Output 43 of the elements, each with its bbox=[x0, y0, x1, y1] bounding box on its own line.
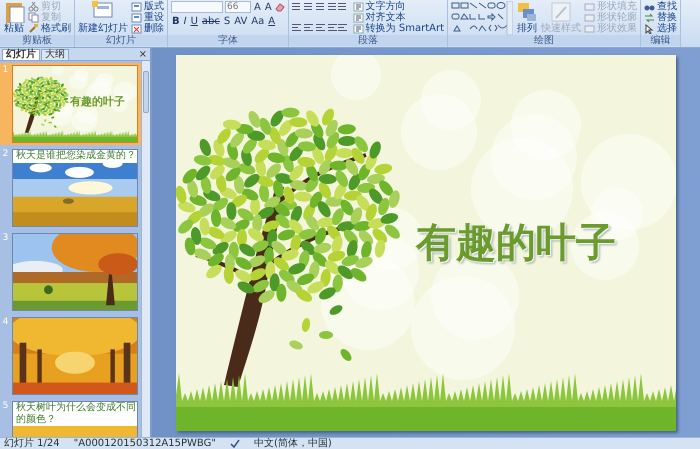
format-button[interactable]: B bbox=[171, 16, 181, 26]
group-label: 段落 bbox=[288, 35, 447, 46]
ribbon-button[interactable]: 替换 bbox=[644, 12, 677, 23]
format-button[interactable]: AV bbox=[233, 16, 248, 26]
ribbon-button[interactable]: 重设 bbox=[131, 12, 164, 23]
panel-tab[interactable]: 幻灯片 bbox=[2, 49, 40, 60]
panel-tab[interactable]: 大纲 bbox=[41, 49, 69, 60]
ribbon-button[interactable]: 新建幻灯片 bbox=[78, 1, 128, 34]
ribbon-button[interactable]: 文字方向 bbox=[352, 1, 444, 12]
slide-number: 5 bbox=[2, 401, 10, 413]
slide-counter: 幻灯片 1/24 bbox=[4, 438, 60, 449]
format-button[interactable]: A bbox=[267, 16, 276, 26]
group-label: 编辑 bbox=[641, 35, 680, 46]
ribbon-button[interactable]: 选择 bbox=[644, 23, 677, 34]
format-button[interactable]: A bbox=[253, 2, 262, 12]
group-label: 绘图 bbox=[448, 35, 640, 46]
ribbon-button[interactable]: 格式刷 bbox=[28, 23, 71, 34]
group-label: 字体 bbox=[168, 35, 288, 46]
ribbon-button[interactable]: 版式 bbox=[131, 1, 164, 12]
format-button[interactable]: S bbox=[222, 16, 232, 26]
theme-name: "A000120150312A15PWBG" bbox=[74, 438, 216, 449]
group-label: 剪贴板 bbox=[0, 35, 74, 46]
format-button[interactable]: Aa bbox=[250, 16, 266, 26]
ribbon-button[interactable]: 转换为 SmartArt bbox=[352, 23, 444, 34]
language-label: 中文(简体，中国) bbox=[254, 438, 332, 449]
slide-number: 2 bbox=[2, 149, 10, 161]
thumbnail-title: 有趣的叶子 bbox=[70, 96, 126, 108]
font-size-field[interactable]: 66 bbox=[225, 1, 251, 13]
group-label: 幻灯片 bbox=[75, 35, 167, 46]
slide-number: 3 bbox=[2, 233, 10, 245]
slide-title: 有趣的叶子 bbox=[416, 220, 616, 266]
format-button[interactable]: U bbox=[190, 16, 199, 26]
format-button[interactable]: abc bbox=[200, 16, 221, 26]
ribbon-button[interactable]: 粘贴 bbox=[3, 1, 25, 34]
close-button[interactable]: × bbox=[136, 50, 150, 60]
ribbon-button[interactable]: 查找 bbox=[644, 1, 677, 12]
ribbon-button[interactable]: 排列 bbox=[516, 1, 538, 34]
format-button[interactable]: I bbox=[182, 16, 188, 26]
format-button[interactable]: A bbox=[264, 2, 273, 12]
slide-number: 4 bbox=[2, 317, 10, 329]
slide-number: 1 bbox=[2, 65, 10, 77]
ribbon-button[interactable]: 对齐文本 bbox=[352, 12, 444, 23]
ribbon-button[interactable]: 删除 bbox=[131, 23, 164, 34]
